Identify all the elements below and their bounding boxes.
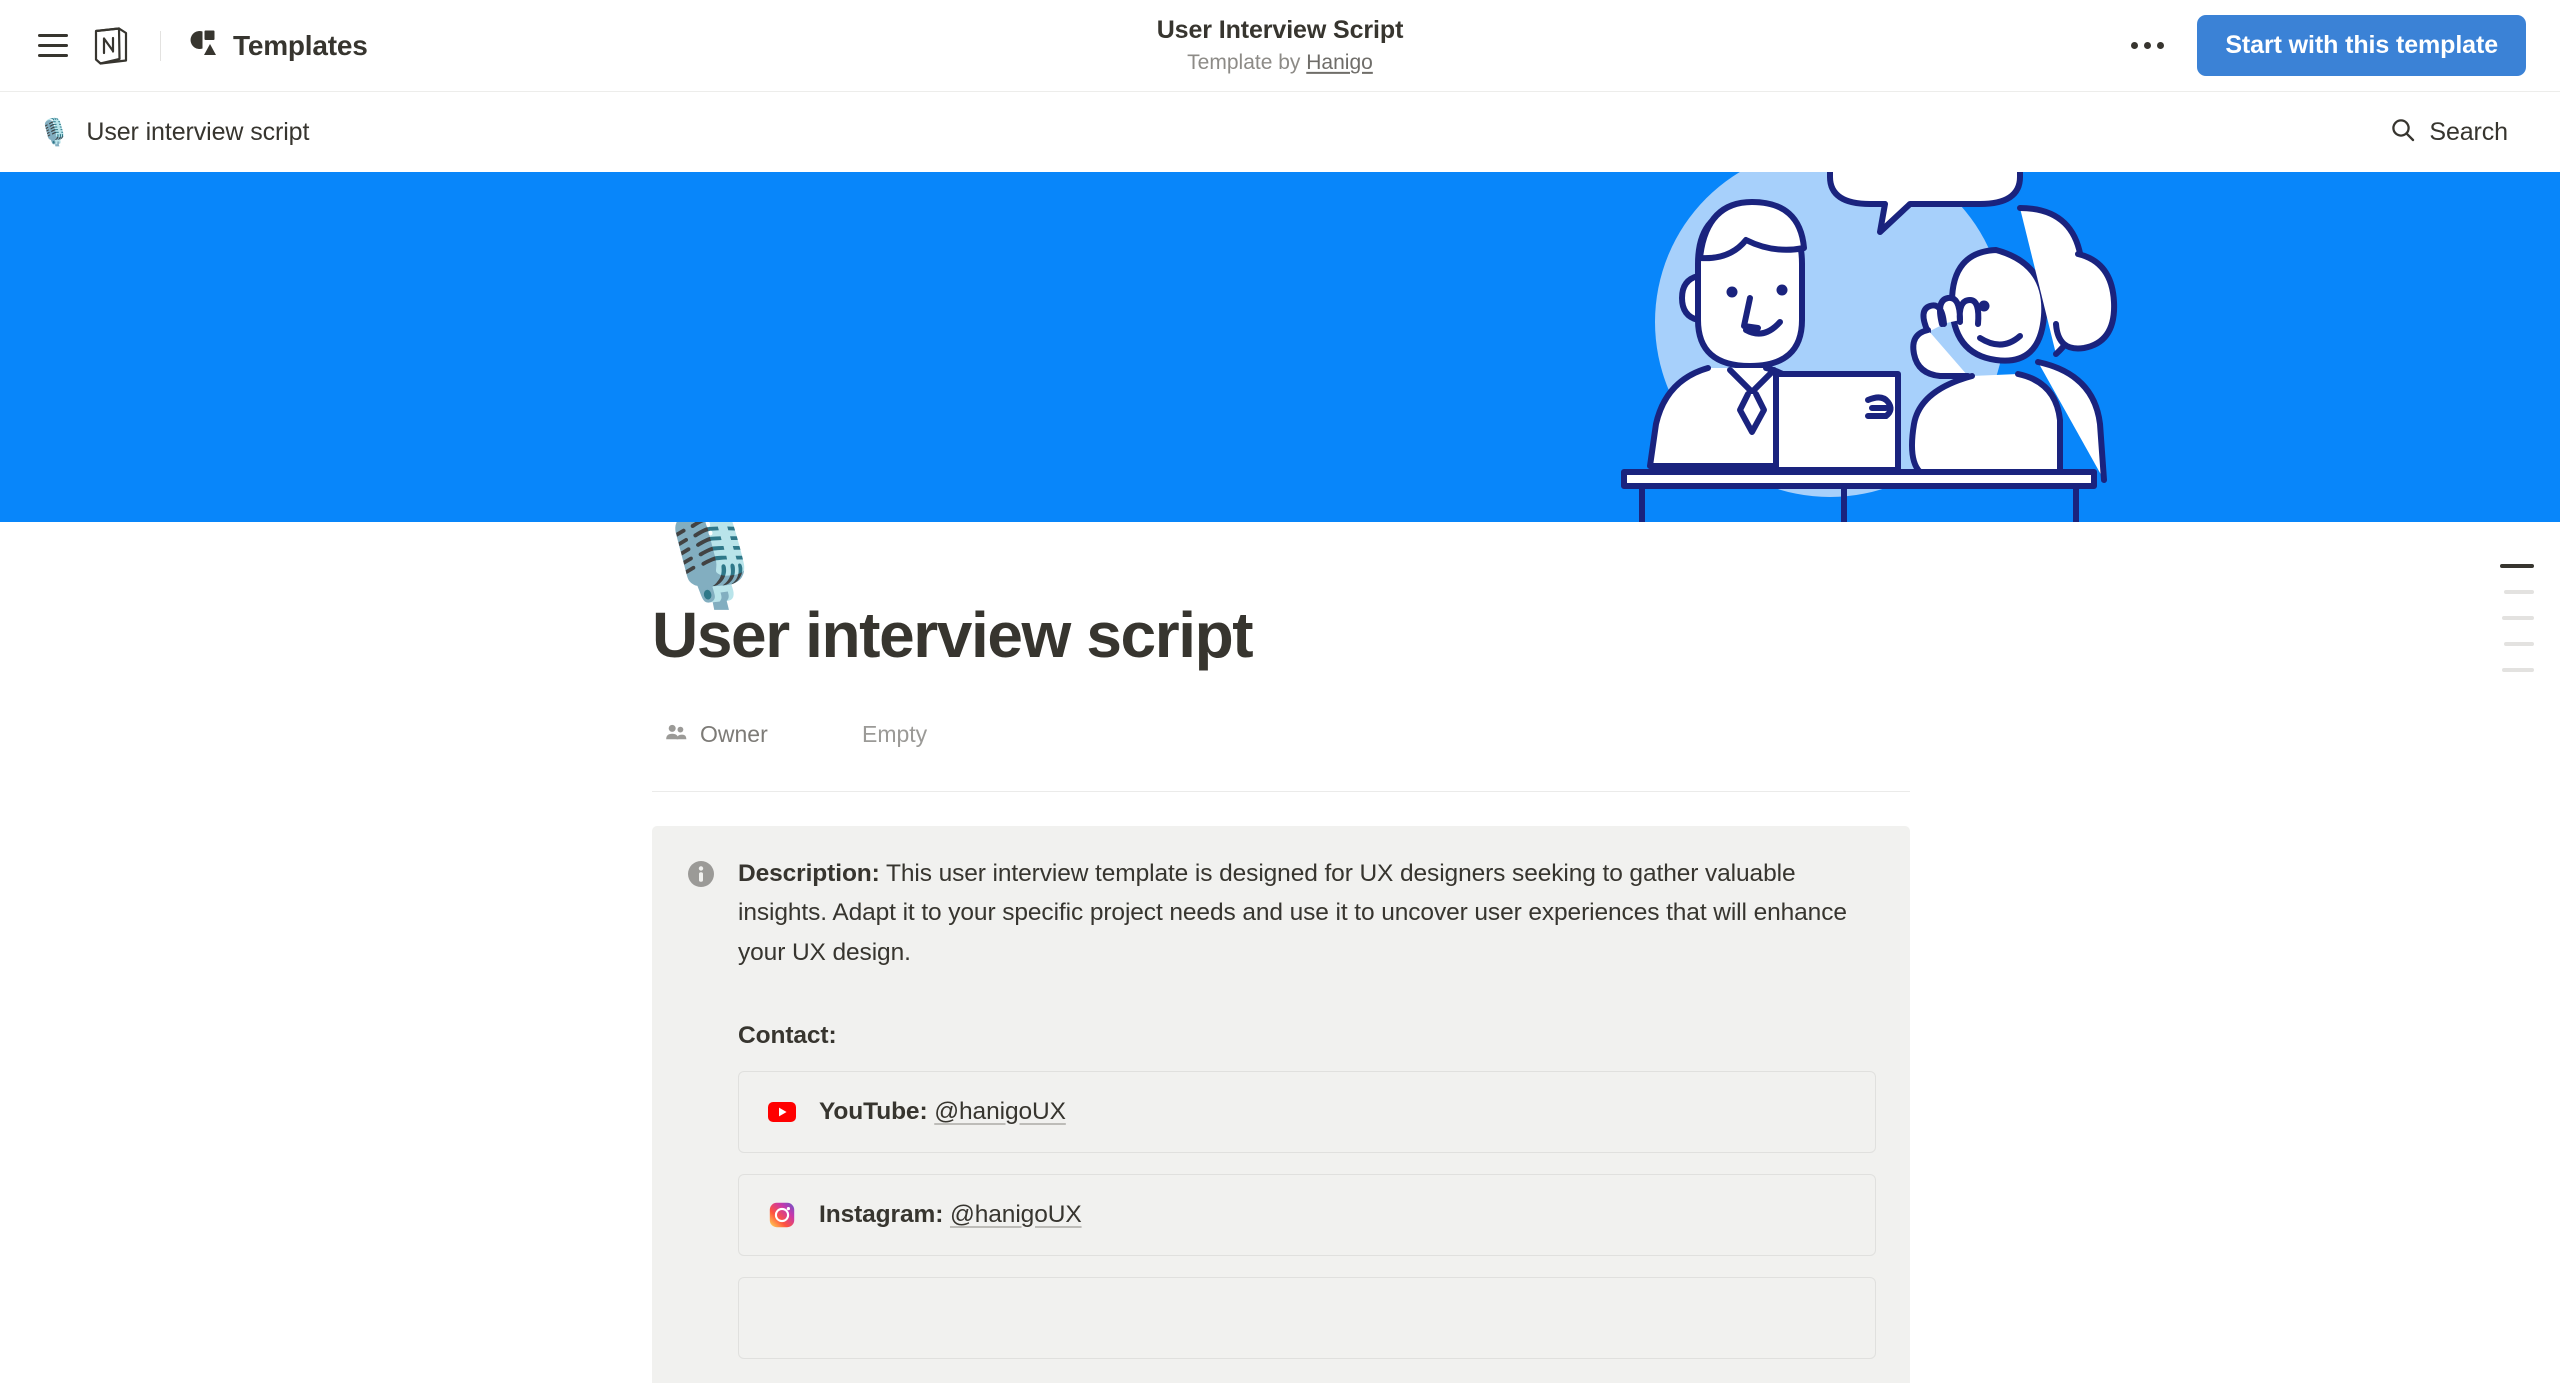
contact-label-youtube: YouTube: xyxy=(819,1097,928,1125)
topbar-divider xyxy=(160,30,161,61)
page-content-area: 🎙️ User interview script Owner Empty Des… xyxy=(0,522,2560,1383)
property-label-owner: Owner xyxy=(700,721,768,748)
description-label: Description: xyxy=(738,859,880,887)
property-name-owner[interactable]: Owner xyxy=(658,716,838,753)
search-icon xyxy=(2390,117,2416,148)
templates-icon-svg xyxy=(190,30,216,55)
youtube-icon-svg xyxy=(768,1101,796,1122)
template-byline-prefix: Template by xyxy=(1187,50,1301,74)
template-byline: Template by Hanigo xyxy=(1157,51,1404,76)
more-dot xyxy=(2156,42,2164,49)
templates-nav-link[interactable]: Templates xyxy=(189,28,368,63)
search-button[interactable]: Search xyxy=(2380,109,2518,156)
breadcrumb-page-label: User interview script xyxy=(86,117,310,146)
description-callout[interactable]: Description: This user interview templat… xyxy=(652,825,1910,1383)
cover-illustration xyxy=(1621,172,2118,522)
content-divider xyxy=(652,790,1910,792)
breadcrumb-item-page[interactable]: 🎙️ User interview script xyxy=(30,112,317,153)
contact-card-next[interactable] xyxy=(738,1276,1876,1359)
property-value-owner[interactable]: Empty xyxy=(852,716,937,753)
microphone-icon: 🎙️ xyxy=(38,117,71,147)
breadcrumb-bar: 🎙️ User interview script Search xyxy=(0,92,2560,172)
templates-icon xyxy=(189,28,219,63)
templates-label: Templates xyxy=(233,29,368,61)
toc-dash-3[interactable] xyxy=(2502,616,2534,620)
info-icon xyxy=(686,859,716,889)
contact-card-youtube[interactable]: YouTube: @hanigoUX xyxy=(738,1070,1876,1153)
contact-heading[interactable]: Contact: xyxy=(738,1022,1876,1050)
more-dot xyxy=(2143,42,2151,49)
description-text: This user interview template is designed… xyxy=(738,859,1847,967)
people-icon xyxy=(664,720,688,749)
instagram-icon xyxy=(767,1200,797,1230)
toc-dash-4[interactable] xyxy=(2504,642,2534,646)
notion-logo-icon[interactable] xyxy=(90,25,132,67)
contact-text-youtube: YouTube: @hanigoUX xyxy=(819,1098,1066,1126)
hamburger-menu-icon[interactable] xyxy=(30,23,76,69)
search-icon-svg xyxy=(2392,118,2415,141)
table-of-contents-rail xyxy=(2500,564,2534,672)
people-icon-svg xyxy=(666,725,687,740)
contact-handle-youtube[interactable]: @hanigoUX xyxy=(934,1098,1066,1125)
toc-dash-5[interactable] xyxy=(2502,668,2534,672)
contact-text-instagram: Instagram: @hanigoUX xyxy=(819,1201,1082,1229)
hamburger-line xyxy=(38,44,68,47)
youtube-icon xyxy=(767,1097,797,1127)
page-icon-microphone-icon[interactable]: 🎙️ xyxy=(650,522,770,606)
top-navigation-bar: Templates User Interview Script Template… xyxy=(0,0,2560,92)
callout-body: Description: This user interview templat… xyxy=(738,854,1876,1359)
contact-label-instagram: Instagram: xyxy=(819,1200,944,1228)
instagram-icon-svg xyxy=(769,1202,795,1227)
start-with-this-template-button[interactable]: Start with this template xyxy=(2197,15,2526,76)
hamburger-line xyxy=(38,54,68,57)
toc-dash-1[interactable] xyxy=(2500,564,2534,568)
description-paragraph[interactable]: Description: This user interview templat… xyxy=(738,854,1876,973)
page-properties: Owner Empty xyxy=(652,710,1910,760)
contact-handle-instagram[interactable]: @hanigoUX xyxy=(950,1201,1082,1228)
contact-card-instagram[interactable]: Instagram: @hanigoUX xyxy=(738,1173,1876,1256)
page-title[interactable]: User interview script xyxy=(652,599,1910,672)
topbar-right-group: Start with this template xyxy=(2119,15,2526,76)
topbar-left-group: Templates xyxy=(30,23,368,69)
property-row-owner: Owner Empty xyxy=(652,710,1910,760)
hamburger-line xyxy=(38,34,68,37)
page-cover-image[interactable] xyxy=(0,172,2560,522)
template-title: User Interview Script xyxy=(1156,15,1404,44)
template-author-link[interactable]: Hanigo xyxy=(1306,51,1373,74)
info-icon-svg xyxy=(688,860,714,887)
more-dot xyxy=(2130,42,2138,49)
notion-logo-svg xyxy=(94,26,128,65)
template-header-info: User Interview Script Template by Hanigo xyxy=(1157,15,1404,75)
search-label: Search xyxy=(2429,117,2508,146)
page-inner-column: 🎙️ User interview script Owner Empty Des… xyxy=(650,522,1910,1383)
toc-dash-2[interactable] xyxy=(2504,590,2534,594)
more-horizontal-icon[interactable] xyxy=(2119,23,2175,69)
